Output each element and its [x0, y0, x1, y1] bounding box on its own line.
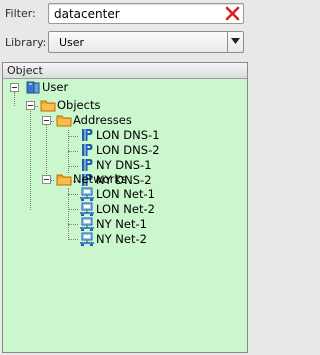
tree-node-label: LON DNS-2	[96, 143, 160, 157]
folder-icon	[40, 98, 56, 113]
chevron-down-icon	[231, 38, 240, 44]
tree-node-label: Objects	[57, 98, 101, 112]
address-icon	[79, 128, 95, 143]
collapse-objects-toggle[interactable]	[26, 101, 35, 110]
filter-input-value[interactable]: datacenter	[54, 7, 120, 21]
collapse-user-toggle[interactable]	[10, 83, 19, 92]
library-select[interactable]: User	[48, 31, 244, 53]
library-label: Library:	[5, 36, 47, 49]
tree-node-label: NY DNS-1	[96, 158, 152, 172]
clear-filter-icon[interactable]	[225, 6, 240, 21]
tree-node-label: LON DNS-1	[96, 128, 160, 142]
folder-icon	[56, 113, 72, 128]
tree-node-label: NY Net-1	[96, 217, 147, 231]
tree-node-label: LON Net-1	[96, 187, 155, 201]
network-icon	[79, 202, 95, 217]
library-icon	[25, 80, 41, 95]
folder-icon	[56, 172, 72, 187]
library-dropdown-button[interactable]	[227, 32, 243, 52]
tree-node-label: Networks	[73, 172, 128, 186]
collapse-networks-toggle[interactable]	[42, 175, 51, 184]
tree-node-label: User	[42, 80, 69, 94]
library-select-value: User	[59, 36, 85, 49]
tree-node-label: LON Net-2	[96, 202, 155, 216]
object-tree-panel: Object User Objects Addresses LON DNS-1 …	[2, 62, 248, 353]
network-icon	[79, 232, 95, 247]
filter-input[interactable]: datacenter	[48, 3, 244, 24]
filter-label: Filter:	[5, 7, 36, 20]
tree-node-label: NY Net-2	[96, 232, 147, 246]
network-icon	[79, 217, 95, 232]
collapse-addresses-toggle[interactable]	[42, 116, 51, 125]
object-tree[interactable]: User Objects Addresses LON DNS-1 LON DNS…	[3, 80, 247, 352]
address-icon	[79, 143, 95, 158]
tree-node-label: Addresses	[73, 113, 132, 127]
filter-row: Filter: datacenter	[0, 0, 250, 26]
network-icon	[79, 187, 95, 202]
tree-column-header[interactable]: Object	[3, 63, 247, 79]
address-icon	[79, 158, 95, 173]
